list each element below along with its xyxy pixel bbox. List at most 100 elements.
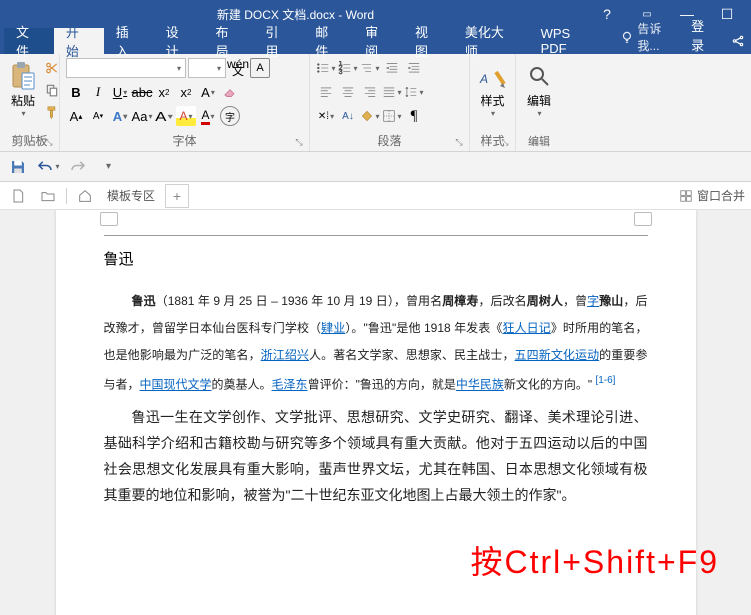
link-dropout[interactable]: 肄业 (321, 321, 345, 335)
strikethrough-button[interactable]: abc (132, 82, 152, 102)
qat-customize-button[interactable]: ▾ (96, 155, 120, 179)
link-may-fourth[interactable]: 五四新文化运动 (515, 348, 600, 362)
font-color-button[interactable]: A▾ (198, 106, 218, 126)
underline-button[interactable]: U▾ (110, 82, 130, 102)
show-marks-button[interactable]: ¶ (404, 106, 424, 126)
align-right-button[interactable] (360, 82, 380, 102)
svg-text:3: 3 (339, 69, 343, 75)
group-font: ▾ ▾ wén文 A B I U▾ abc x2 x2 A▾ A▴ A▾ A▾ … (60, 54, 310, 151)
numbering-icon: 123 (338, 61, 352, 75)
change-case-button[interactable]: A▾ (198, 82, 218, 102)
format-painter-button[interactable] (42, 102, 62, 122)
enclose-char-button[interactable]: 字 (220, 106, 240, 126)
tab-mail[interactable]: 邮件 (303, 28, 353, 54)
align-center-button[interactable] (338, 82, 358, 102)
paragraph-1: 鲁迅（1881 年 9 月 25 日 – 1936 年 10 月 19 日），曾… (104, 287, 648, 398)
dialog-launcher-icon[interactable]: ⤡ (293, 137, 305, 149)
share-icon[interactable] (725, 28, 751, 54)
phonetic-guide-button[interactable]: wén文 (228, 58, 248, 78)
font-name-combo[interactable]: ▾ (66, 58, 186, 78)
template-zone-button[interactable]: 模板专区 (103, 187, 159, 204)
link-modern-literature[interactable]: 中国现代文学 (140, 378, 212, 392)
dialog-launcher-icon[interactable]: ⤡ (499, 137, 511, 149)
quick-access-toolbar: ▾ ▾ (0, 152, 751, 182)
grid-icon (679, 189, 693, 203)
text-direction-button[interactable]: ✕⁞▾ (316, 106, 336, 126)
dialog-launcher-icon[interactable]: ⤡ (453, 137, 465, 149)
align-left-icon (319, 85, 333, 99)
font-size-combo[interactable]: ▾ (188, 58, 226, 78)
increase-indent-button[interactable] (404, 58, 424, 78)
subscript-button[interactable]: x2 (154, 82, 174, 102)
grow-font-button[interactable]: A▴ (66, 106, 86, 126)
link-mao-zedong[interactable]: 毛泽东 (272, 378, 308, 392)
document-area[interactable]: 鲁迅 鲁迅（1881 年 9 月 25 日 – 1936 年 10 月 19 日… (0, 210, 751, 615)
align-justify-button[interactable]: ▾ (382, 82, 402, 102)
tab-beautify[interactable]: 美化大师 (453, 28, 529, 54)
link-chinese-nation[interactable]: 中华民族 (456, 378, 504, 392)
bullets-button[interactable]: ▾ (316, 58, 336, 78)
superscript-button[interactable]: x2 (176, 82, 196, 102)
editing-button[interactable]: 编辑▾ (522, 58, 556, 120)
numbering-button[interactable]: 123▾ (338, 58, 358, 78)
home-icon (77, 188, 93, 204)
decrease-indent-button[interactable] (382, 58, 402, 78)
sort-button[interactable]: A↓ (338, 106, 358, 126)
new-doc-button[interactable] (6, 186, 30, 206)
save-button[interactable] (6, 155, 30, 179)
styles-button[interactable]: A 样式▾ (476, 58, 509, 120)
char-scaling-button[interactable]: A▾ (151, 106, 177, 126)
tab-references[interactable]: 引用 (253, 28, 303, 54)
group-paragraph: ▾ 123▾ ▾ ▾ ▾ ✕⁞▾ A↓ ▾ ▾ ¶ 段落⤡ (310, 54, 470, 151)
link-shaoxing[interactable]: 绍兴 (285, 348, 309, 362)
tab-design[interactable]: 设计 (154, 28, 204, 54)
login-button[interactable]: 登录 (683, 16, 725, 54)
clear-formatting-button[interactable] (220, 82, 240, 102)
new-tab-button[interactable]: + (165, 184, 189, 208)
merge-windows-button[interactable]: 窗口合并 (679, 187, 745, 204)
borders-button[interactable]: ▾ (382, 106, 402, 126)
copy-button[interactable] (42, 80, 62, 100)
link-diary-madman[interactable]: 狂人日记 (502, 321, 550, 335)
align-left-button[interactable] (316, 82, 336, 102)
cut-button[interactable] (42, 58, 62, 78)
home-tab-icon[interactable] (73, 186, 97, 206)
tab-home[interactable]: 开始 (54, 28, 104, 54)
ribbon-display-button[interactable]: ▭ (627, 9, 667, 20)
redo-button[interactable] (66, 155, 90, 179)
link-zhejiang[interactable]: 浙江 (261, 348, 285, 362)
char-border-button[interactable]: A (250, 58, 270, 78)
bold-button[interactable]: B (66, 82, 86, 102)
paste-button[interactable]: 粘贴 ▾ (6, 58, 40, 120)
link-zi[interactable]: 字 (587, 294, 599, 308)
italic-button[interactable]: I (88, 82, 108, 102)
tab-file[interactable]: 文件 (4, 28, 54, 54)
undo-button[interactable]: ▾ (36, 155, 60, 179)
tell-me[interactable]: 告诉我... (620, 20, 684, 54)
shading-button[interactable]: ▾ (360, 106, 380, 126)
line-spacing-button[interactable]: ▾ (404, 82, 424, 102)
instruction-overlay: 按Ctrl+Shift+F9 (470, 537, 719, 583)
tab-layout[interactable]: 布局 (204, 28, 254, 54)
dialog-launcher-icon[interactable]: ⤡ (43, 137, 55, 149)
chevron-down-icon: ▾ (21, 109, 25, 118)
highlight-button[interactable]: A▾ (176, 106, 196, 126)
multilevel-list-button[interactable]: ▾ (360, 58, 380, 78)
border-icon (382, 109, 396, 123)
text-effects-button[interactable]: A▾ (110, 106, 130, 126)
tab-wps-pdf[interactable]: WPS PDF (529, 28, 612, 54)
citation-sup[interactable]: [1-6] (595, 375, 615, 386)
tab-insert[interactable]: 插入 (104, 28, 154, 54)
open-folder-button[interactable] (36, 186, 60, 206)
redo-icon (69, 158, 87, 176)
align-justify-icon (382, 85, 396, 99)
header-marker-right (634, 212, 652, 226)
align-center-icon (341, 85, 355, 99)
eraser-icon (223, 85, 237, 99)
char-shading-button[interactable]: Aa▾ (132, 106, 152, 126)
shrink-font-button[interactable]: A▾ (88, 106, 108, 126)
tab-view[interactable]: 视图 (403, 28, 453, 54)
group-label-font: 字体⤡ (66, 132, 303, 149)
undo-icon (36, 158, 54, 176)
tab-review[interactable]: 审阅 (353, 28, 403, 54)
